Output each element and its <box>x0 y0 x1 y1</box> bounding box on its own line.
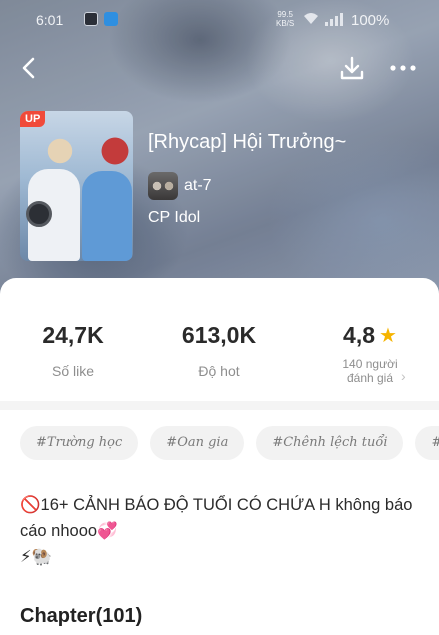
status-bar: 6:01 99.5 KB/S 100% <box>0 0 439 40</box>
author-row[interactable]: at-7 <box>148 171 212 201</box>
details-sheet: 24,7K Số like 613,0K Độ hot 4,8 ★ 140 ng… <box>0 278 439 635</box>
story-category[interactable]: CP Idol <box>148 209 200 227</box>
cover-fan <box>26 201 52 227</box>
rating-count: 140 người <box>342 357 398 371</box>
notification-app-icon <box>84 12 98 26</box>
notification-app-icon <box>104 12 118 26</box>
description-line: 🚫16+ CẢNH BÁO ĐỘ TUỔI CÓ CHỨA H không bá… <box>20 496 413 540</box>
chapter-heading[interactable]: Chapter(101) <box>20 605 142 628</box>
download-icon[interactable] <box>338 54 366 82</box>
tag-chip[interactable]: #Oan gia <box>150 426 245 460</box>
wifi-icon <box>303 11 319 28</box>
rating-value: 4,8 <box>343 322 376 348</box>
chevron-right-icon[interactable]: › <box>401 368 406 384</box>
status-time: 6:01 <box>36 12 64 28</box>
signal-icon <box>325 12 343 26</box>
likes-stat: 24,7K Số like <box>23 322 123 379</box>
author-name[interactable]: at-7 <box>184 177 212 195</box>
tag-chip[interactable]: #ABO <box>415 426 439 460</box>
up-badge: UP <box>20 111 46 127</box>
tag-chip[interactable]: #Trường học <box>20 426 139 460</box>
story-cover[interactable]: UP <box>20 111 133 261</box>
author-avatar[interactable] <box>148 172 178 200</box>
tag-chip[interactable]: #Chênh lệch tuổi <box>256 426 404 460</box>
hot-stat: 613,0K Độ hot <box>168 322 270 379</box>
likes-label: Số like <box>51 363 95 379</box>
section-divider <box>0 401 439 410</box>
star-icon: ★ <box>379 325 397 347</box>
more-dots-icon[interactable] <box>388 54 418 82</box>
network-speed-value: 99.5 <box>277 10 293 19</box>
network-speed: 99.5 KB/S <box>276 10 294 28</box>
story-description: 🚫16+ CẢNH BÁO ĐỘ TUỔI CÓ CHỨA H không bá… <box>20 492 420 570</box>
rating-value-row: 4,8 ★ <box>320 322 420 349</box>
hot-label: Độ hot <box>198 363 240 379</box>
rating-caption: đánh giá <box>346 371 394 385</box>
battery-level: 100% <box>351 12 390 29</box>
cover-figure <box>82 171 132 261</box>
story-title: [Rhycap] Hội Trưởng~ <box>148 131 347 153</box>
top-navigation <box>0 52 439 84</box>
back-arrow-icon[interactable] <box>16 54 44 82</box>
hot-value: 613,0K <box>181 322 257 348</box>
network-speed-unit: KB/S <box>276 19 295 28</box>
description-line: ⚡🐏 <box>20 548 53 566</box>
tag-list: #Trường học #Oan gia #Chênh lệch tuổi #A… <box>20 426 439 462</box>
likes-value: 24,7K <box>42 322 104 348</box>
